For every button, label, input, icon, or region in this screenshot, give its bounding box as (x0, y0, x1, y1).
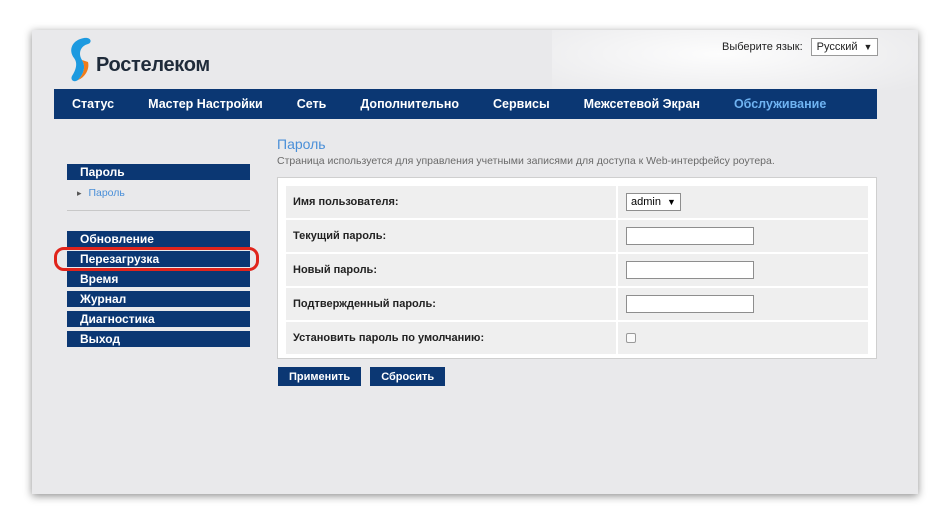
current-password-input[interactable] (626, 227, 754, 245)
nav-firewall[interactable]: Межсетевой Экран (584, 97, 700, 111)
sidebar-item-time[interactable]: Время (67, 271, 250, 287)
language-label: Выберите язык: (722, 41, 803, 53)
username-label: Имя пользователя: (286, 186, 616, 218)
form-row-new-password: Новый пароль: (286, 254, 868, 286)
sidebar-item-logout[interactable]: Выход (67, 331, 250, 347)
current-password-label: Текущий пароль: (286, 220, 616, 252)
logo-mark-icon (71, 37, 91, 82)
nav-network[interactable]: Сеть (297, 97, 327, 111)
top-navigation: Статус Мастер Настройки Сеть Дополнитель… (54, 89, 877, 119)
reboot-highlight-outline (54, 247, 259, 271)
sidebar-item-update[interactable]: Обновление (67, 231, 250, 247)
confirm-password-label: Подтвержденный пароль: (286, 288, 616, 320)
rostelecom-logo: Ростелеком (66, 36, 246, 86)
confirm-password-cell (618, 288, 868, 320)
bullet-arrow-icon: ▸ (77, 188, 82, 198)
chevron-down-icon: ▼ (666, 197, 676, 207)
language-selector: Выберите язык: Русский ▼ (722, 38, 879, 56)
form-row-default-password: Установить пароль по умолчанию: (286, 322, 868, 354)
password-form: Имя пользователя: admin ▼ Текущий пароль… (277, 177, 877, 359)
reset-button[interactable]: Сбросить (370, 367, 446, 386)
router-page: Ростелеком Выберите язык: Русский ▼ Стат… (32, 30, 918, 494)
form-actions: Применить Сбросить (278, 367, 446, 386)
nav-status[interactable]: Статус (72, 97, 114, 111)
form-row-username: Имя пользователя: admin ▼ (286, 186, 868, 218)
current-password-cell (618, 220, 868, 252)
sidebar-divider (67, 210, 250, 211)
chevron-down-icon: ▼ (863, 42, 873, 52)
default-password-label: Установить пароль по умолчанию: (286, 322, 616, 354)
username-cell: admin ▼ (618, 186, 868, 218)
default-password-cell (618, 322, 868, 354)
nav-maintenance[interactable]: Обслуживание (734, 97, 826, 111)
nav-setup-wizard[interactable]: Мастер Настройки (148, 97, 263, 111)
form-row-confirm-password: Подтвержденный пароль: (286, 288, 868, 320)
username-value: admin (631, 196, 661, 208)
sidebar-item-diagnostics[interactable]: Диагностика (67, 311, 250, 327)
default-password-checkbox[interactable] (626, 333, 636, 343)
nav-advanced[interactable]: Дополнительно (360, 97, 459, 111)
new-password-input[interactable] (626, 261, 754, 279)
page-description: Страница используется для управления уче… (277, 155, 775, 167)
page-title: Пароль (277, 136, 326, 152)
new-password-label: Новый пароль: (286, 254, 616, 286)
sidebar-subitem-password[interactable]: ▸ Пароль (67, 184, 250, 202)
language-value: Русский (816, 41, 858, 53)
apply-button[interactable]: Применить (278, 367, 362, 386)
nav-services[interactable]: Сервисы (493, 97, 550, 111)
language-dropdown[interactable]: Русский ▼ (810, 38, 879, 56)
confirm-password-input[interactable] (626, 295, 754, 313)
form-row-current-password: Текущий пароль: (286, 220, 868, 252)
sidebar-subitem-label: Пароль (88, 187, 125, 199)
sidebar-item-log[interactable]: Журнал (67, 291, 250, 307)
username-select[interactable]: admin ▼ (626, 193, 681, 211)
sidebar-item-password[interactable]: Пароль (67, 164, 250, 180)
new-password-cell (618, 254, 868, 286)
logo-text: Ростелеком (96, 54, 210, 76)
